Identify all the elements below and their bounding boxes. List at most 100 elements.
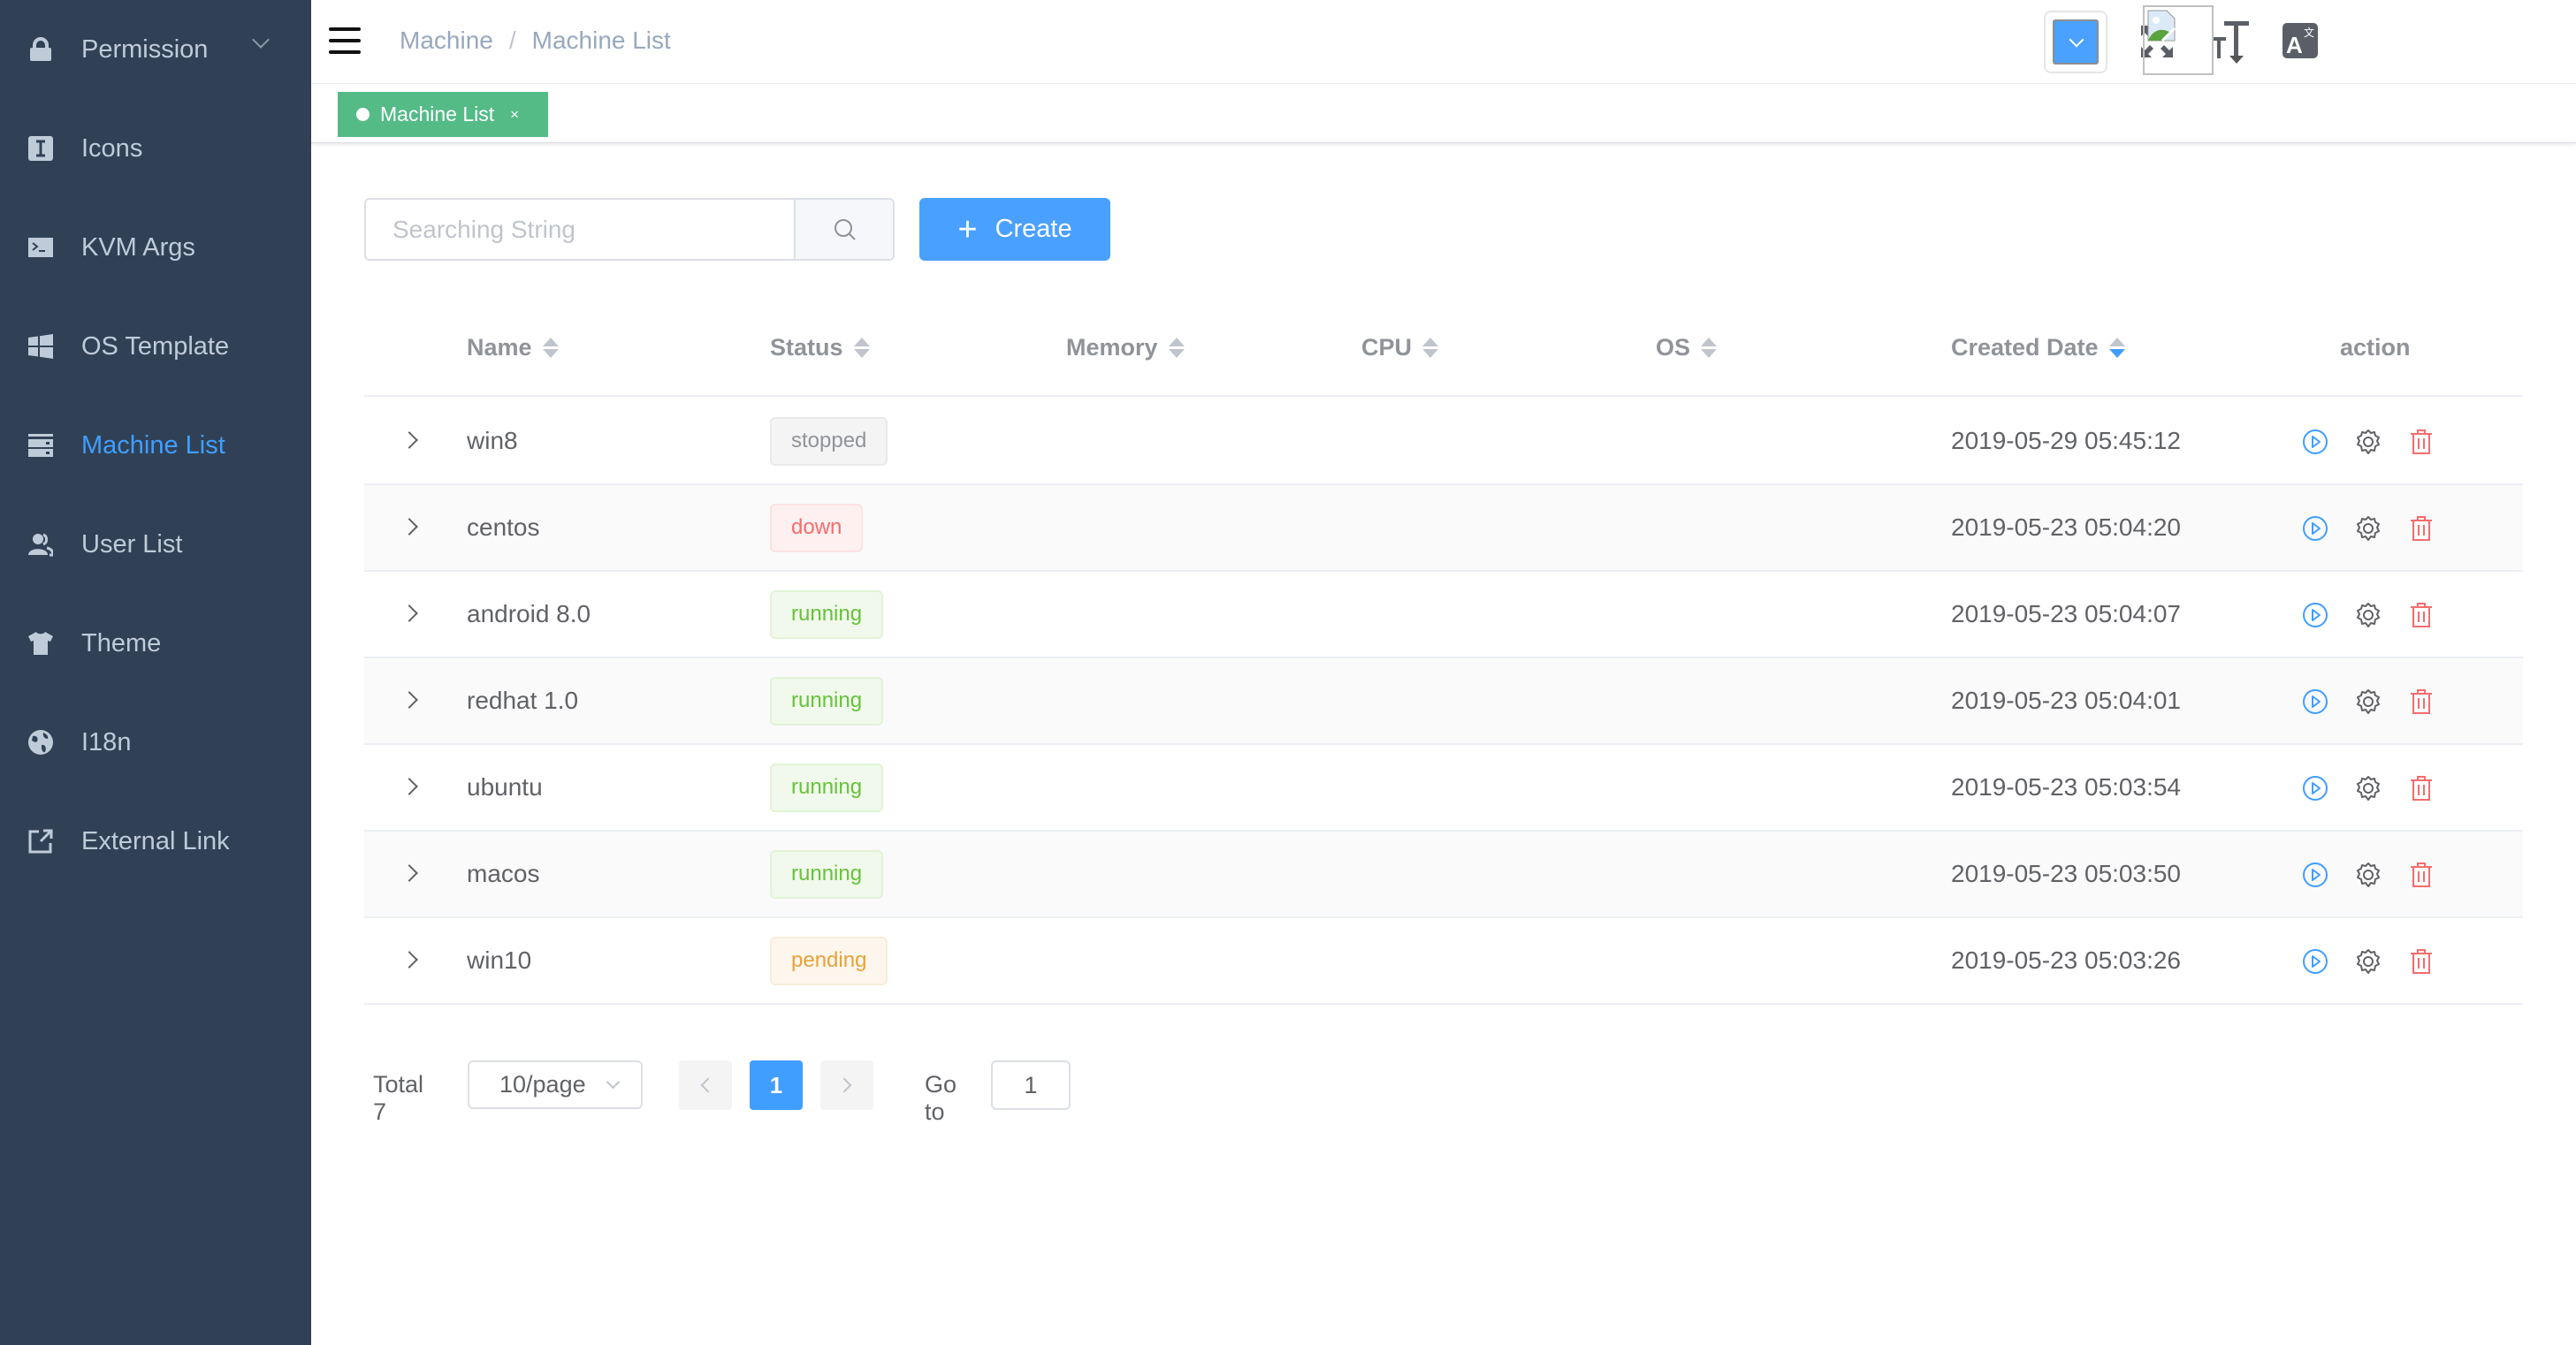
page-size-select[interactable]: 10/page: [468, 1060, 643, 1109]
gear-icon[interactable]: [2355, 602, 2382, 628]
trash-icon[interactable]: [2408, 515, 2435, 542]
sort-icon[interactable]: [2108, 338, 2125, 358]
search-input[interactable]: [366, 200, 794, 259]
status-badge: running: [770, 676, 884, 726]
server-icon: [28, 433, 53, 458]
avatar[interactable]: [2143, 5, 2214, 75]
terminal-icon: [28, 235, 53, 260]
gear-icon[interactable]: [2355, 429, 2382, 455]
font-size-icon[interactable]: [2212, 21, 2249, 58]
trash-icon[interactable]: [2408, 429, 2435, 455]
gear-icon[interactable]: [2355, 515, 2382, 542]
play-icon[interactable]: [2302, 775, 2328, 802]
sidebar-item-label: KVM Args: [81, 232, 195, 262]
prev-page-button[interactable]: [679, 1060, 732, 1110]
sidebar-item-external-link[interactable]: External Link: [0, 792, 311, 891]
trash-icon[interactable]: [2408, 948, 2435, 975]
status-badge: running: [770, 849, 884, 899]
sort-icon[interactable]: [1701, 338, 1718, 358]
caret-down-icon[interactable]: [2229, 56, 2244, 64]
table-header: Name Status Memory CPU OS Created Date a…: [364, 300, 2523, 397]
theme-color-picker[interactable]: [2044, 11, 2107, 73]
sidebar-item-label: OS Template: [81, 331, 230, 361]
sidebar-item-os-template[interactable]: OS Template: [0, 297, 311, 396]
table-row: macos running 2019-05-23 05:03:50: [364, 832, 2523, 918]
sidebar-item-label: External Link: [81, 826, 230, 855]
expand-row-icon[interactable]: [400, 691, 418, 709]
trash-icon[interactable]: [2408, 862, 2435, 888]
sidebar-item-theme[interactable]: Theme: [0, 594, 311, 693]
table-row: android 8.0 running 2019-05-23 05:04:07: [364, 572, 2523, 658]
play-icon[interactable]: [2302, 862, 2328, 888]
expand-row-icon[interactable]: [400, 518, 418, 536]
tag-machine-list[interactable]: Machine List ×: [338, 92, 548, 137]
cell-created-date: 2019-05-29 05:45:12: [1951, 427, 2181, 454]
search-icon: [835, 218, 856, 240]
breadcrumb-item-machine[interactable]: Machine: [400, 27, 493, 55]
column-header-name[interactable]: Name: [467, 334, 559, 361]
sidebar-item-i18n[interactable]: I18n: [0, 693, 311, 792]
sidebar-item-machine-list[interactable]: Machine List: [0, 396, 311, 495]
play-icon[interactable]: [2302, 515, 2328, 542]
sidebar-item-label: Machine List: [81, 430, 225, 460]
svg-text:A: A: [2286, 32, 2303, 58]
translate-icon[interactable]: A文: [2283, 23, 2318, 58]
active-dot-icon: [356, 108, 370, 121]
search-group: [364, 198, 895, 261]
column-header-os[interactable]: OS: [1656, 334, 1718, 361]
column-header-status[interactable]: Status: [770, 334, 870, 361]
expand-row-icon[interactable]: [400, 864, 418, 882]
cell-status: running: [770, 832, 884, 916]
cell-name: win8: [467, 427, 518, 454]
play-icon[interactable]: [2302, 429, 2328, 455]
sort-icon[interactable]: [1168, 338, 1185, 358]
trash-icon[interactable]: [2408, 602, 2435, 628]
play-icon[interactable]: [2302, 602, 2328, 628]
column-label: Name: [467, 334, 532, 361]
expand-row-icon[interactable]: [400, 778, 418, 795]
table-row: centos down 2019-05-23 05:04:20: [364, 485, 2523, 572]
cell-created-date: 2019-05-23 05:03:54: [1951, 773, 2181, 801]
cell-created-date: 2019-05-23 05:03:50: [1951, 860, 2181, 887]
search-button[interactable]: [794, 200, 893, 259]
status-badge: pending: [770, 936, 888, 985]
trash-icon[interactable]: [2408, 775, 2435, 802]
expand-row-icon[interactable]: [400, 604, 418, 622]
chevron-down-icon: [252, 31, 270, 49]
column-label: OS: [1656, 334, 1691, 361]
sort-icon[interactable]: [853, 338, 870, 358]
goto-label: Go to: [925, 1071, 957, 1125]
expand-row-icon[interactable]: [400, 951, 418, 969]
sidebar-item-user-list[interactable]: User List: [0, 495, 311, 594]
breadcrumb-separator: /: [508, 27, 516, 54]
status-badge: running: [770, 589, 884, 639]
expand-row-icon[interactable]: [400, 431, 418, 449]
status-badge: down: [770, 503, 864, 552]
gear-icon[interactable]: [2355, 862, 2382, 888]
page-number-1[interactable]: 1: [750, 1060, 803, 1110]
gear-icon[interactable]: [2355, 775, 2382, 802]
create-button[interactable]: + Create: [919, 198, 1110, 261]
external-link-icon: [28, 829, 53, 854]
chevron-left-icon: [700, 1077, 716, 1093]
next-page-button[interactable]: [820, 1060, 873, 1110]
sort-icon[interactable]: [1422, 338, 1439, 358]
gear-icon[interactable]: [2355, 948, 2382, 975]
column-header-memory[interactable]: Memory: [1066, 334, 1185, 361]
table-row: win10 pending 2019-05-23 05:03:26: [364, 918, 2523, 1005]
close-icon[interactable]: ×: [510, 106, 519, 124]
gear-icon[interactable]: [2355, 688, 2382, 715]
sidebar-item-kvm-args[interactable]: KVM Args: [0, 198, 311, 297]
play-icon[interactable]: [2302, 948, 2328, 975]
column-header-cpu[interactable]: CPU: [1361, 334, 1439, 361]
sidebar-item-label: I18n: [81, 727, 132, 756]
sort-icon[interactable]: [542, 338, 559, 358]
sidebar-item-label: User List: [81, 529, 183, 559]
goto-page-input[interactable]: [991, 1060, 1071, 1110]
hamburger-menu-button[interactable]: [329, 27, 361, 54]
column-header-created-date[interactable]: Created Date: [1951, 334, 2125, 361]
sidebar-item-permission[interactable]: Permission: [0, 0, 311, 99]
trash-icon[interactable]: [2408, 688, 2435, 715]
play-icon[interactable]: [2302, 688, 2328, 715]
sidebar-item-icons[interactable]: Icons: [0, 99, 311, 198]
